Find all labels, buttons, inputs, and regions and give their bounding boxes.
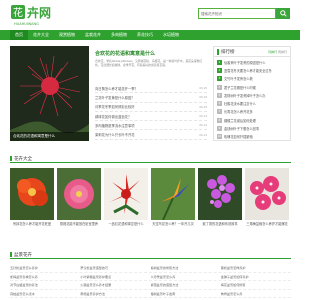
link-item[interactable]: 金弹子盆景如何养护 xyxy=(221,274,291,279)
nav-item-flowers[interactable]: 花卉大全 xyxy=(28,30,54,40)
link-item[interactable]: 榆树盆景的修剪方法 xyxy=(151,265,221,270)
ranking-item[interactable]: 1 仙客来叶子发黄的原因是什么 xyxy=(217,58,287,66)
flower-gallery: 吊钟花怎么养才能开花旺盛 蔷薇花能不能放在卧室里养 一品红花语和寓意是什么 天堂… xyxy=(10,168,291,233)
flower-image[interactable] xyxy=(198,168,242,220)
ranking-item[interactable]: 5 发财树叶子发黄掉叶子怎么办 xyxy=(217,91,287,99)
svg-text:HUAHUIWANG: HUAHUIWANG xyxy=(14,22,39,26)
flower-card[interactable]: 天堂鸟花怎么养？一年开几次 xyxy=(151,168,195,233)
link-item[interactable]: 梅花盆景如何修剪 xyxy=(221,282,291,287)
nav-item-succulents[interactable]: 多肉植物 xyxy=(106,30,132,40)
feature-caption: 合欢花的花语和寓意是什么 xyxy=(10,132,89,141)
ranking-item[interactable]: 2 蓝雪花冬天要怎么养才能安全过冬 xyxy=(217,66,287,74)
section-title: 花卉大全 xyxy=(10,156,32,161)
flower-image[interactable] xyxy=(10,168,54,220)
link-item[interactable]: 真柏盆景怎么浇水 xyxy=(10,291,80,296)
link-item[interactable]: 火棘盆景怎么养才结果 xyxy=(80,282,150,287)
flower-caption[interactable]: 天堂鸟花怎么养？一年开几次 xyxy=(151,222,195,231)
flower-card[interactable]: 三角梅盆栽怎么养护才能爆花 xyxy=(245,168,289,233)
link-item[interactable]: 对节白蜡盆景的养法 xyxy=(10,282,80,287)
ranking-title: 排行榜 xyxy=(217,48,235,55)
list-item[interactable]: 绣球花如何调出蓝色花？ 06-14 xyxy=(95,112,207,122)
list-item[interactable]: 兰花叶子发黄是什么原因？ 06-15 xyxy=(95,93,207,103)
ranking-item[interactable]: 4 君子兰花期是什么时候 xyxy=(217,83,287,91)
ranking-panel: 排行榜 月排行 周排行 1 仙客来叶子发黄的原因是什么 2 蓝雪花冬天要怎么养才能安… xyxy=(213,46,291,141)
search-input[interactable]: 搜索花卉知识 xyxy=(198,8,276,19)
nav-item-home[interactable]: 首页 xyxy=(10,30,28,40)
link-item[interactable]: 罗汉松盆景造型技巧 xyxy=(80,265,150,270)
ranking-item[interactable]: 7 长寿花怎么养开花多 xyxy=(217,108,287,116)
link-item[interactable]: 雀梅盆景冬季怎么养 xyxy=(10,274,80,279)
link-item[interactable]: 五针松盆景怎么养护 xyxy=(10,265,80,270)
search-button[interactable] xyxy=(276,8,290,19)
flower-image[interactable] xyxy=(245,168,289,220)
nav-item-potted[interactable]: 盆栽花卉 xyxy=(80,30,106,40)
flower-caption[interactable]: 一品红花语和寓意是什么 xyxy=(104,222,148,231)
list-item[interactable]: 向日葵怎么养才能花开一季？ 06-15 xyxy=(95,84,207,94)
flower-caption[interactable]: 蔷薇花能不能放在卧室里养 xyxy=(57,222,101,231)
flower-card[interactable]: 紫丁香的花语和传说故事 xyxy=(198,168,242,233)
feature-title[interactable]: 合欢花的花语和寓意是什么 xyxy=(95,50,155,57)
flower-card[interactable]: 一品红花语和寓意是什么 xyxy=(104,168,148,233)
tab-monthly[interactable]: 月排行 xyxy=(268,50,277,54)
list-item[interactable]: 茉莉花为什么只长叶不开花 06-14 xyxy=(95,130,207,140)
section-header-bonsai: 盆景花卉 xyxy=(10,251,291,259)
link-item[interactable]: 紫薇盆景的造型方法 xyxy=(151,282,221,287)
link-item[interactable]: 六月雪盆景怎么养 xyxy=(151,274,221,279)
ranking-item[interactable]: 9 金钱树叶子下垂怎么回事 xyxy=(217,124,287,132)
link-item[interactable]: 小叶紫檀盆景养护要点 xyxy=(80,274,150,279)
link-item[interactable]: 黑松盆景怎样养护 xyxy=(221,265,291,270)
nav-item-ornamental[interactable]: 观赏植物 xyxy=(54,30,80,40)
feature-image[interactable]: 合欢花的花语和寓意是什么 xyxy=(10,46,89,141)
link-item[interactable]: 榕树盆景叶子发黄 xyxy=(151,291,221,296)
flower-card[interactable]: 蔷薇花能不能放在卧室里养 xyxy=(57,168,101,233)
flower-card[interactable]: 吊钟花怎么养才能开花旺盛 xyxy=(10,168,54,233)
ranking-item[interactable]: 8 蝴蝶兰花谢后如何处理 xyxy=(217,116,287,124)
main-nav: 首页 花卉大全 观赏植物 盆栽花卉 多肉植物 养花技巧 水培植物 xyxy=(0,30,300,40)
tab-weekly[interactable]: 周排行 xyxy=(278,50,287,54)
article-list: 向日葵怎么养才能花开一季？ 06-15 兰花叶子发黄是什么原因？ 06-15 月季花… xyxy=(95,84,207,140)
flower-caption[interactable]: 吊钟花怎么养才能开花旺盛 xyxy=(10,222,54,231)
flower-image[interactable] xyxy=(151,168,195,220)
nav-item-tips[interactable]: 养花技巧 xyxy=(132,30,158,40)
ranking-item[interactable]: 10 玫瑰花如何扦插繁殖 xyxy=(217,133,287,141)
flower-image[interactable] xyxy=(57,168,101,220)
flower-image[interactable] xyxy=(104,168,148,220)
link-item[interactable]: 黄杨盆景养护方法 xyxy=(80,291,150,296)
feature-description: 合欢花，学名Albizia julibrissin，又称绒花树、马缨花，是一种落… xyxy=(95,59,203,67)
search-icon xyxy=(279,10,287,17)
nav-item-hydroponic[interactable]: 水培植物 xyxy=(158,30,184,40)
svg-text:花: 花 xyxy=(13,6,23,19)
header: 花 卉网 HUAHUIWANG 搜索花卉知识 xyxy=(0,0,300,30)
ranking-item[interactable]: 3 文竹叶子发黄怎么救 xyxy=(217,75,287,83)
flower-caption[interactable]: 三角梅盆栽怎么养护才能爆花 xyxy=(245,222,289,231)
site-logo[interactable]: 花 卉网 HUAHUIWANG xyxy=(10,3,70,27)
bonsai-link-grid: 五针松盆景怎么养护 罗汉松盆景造型技巧 榆树盆景的修剪方法 黑松盆景怎样养护 雀… xyxy=(10,264,291,298)
list-item[interactable]: 月季花冬季如何修剪比较好 06-15 xyxy=(95,103,207,112)
link-item[interactable]: 枸骨盆景怎么养 xyxy=(221,291,291,296)
ranking-item[interactable]: 6 杜鹃花浇水要注意什么 xyxy=(217,99,287,107)
section-title: 盆景花卉 xyxy=(10,252,32,257)
flower-caption[interactable]: 紫丁香的花语和传说故事 xyxy=(198,222,242,231)
svg-text:卉网: 卉网 xyxy=(27,5,51,20)
section-header-flowers: 花卉大全 xyxy=(10,155,291,163)
list-item[interactable]: 多肉植物夏季浇水注意事项 06-14 xyxy=(95,121,207,131)
